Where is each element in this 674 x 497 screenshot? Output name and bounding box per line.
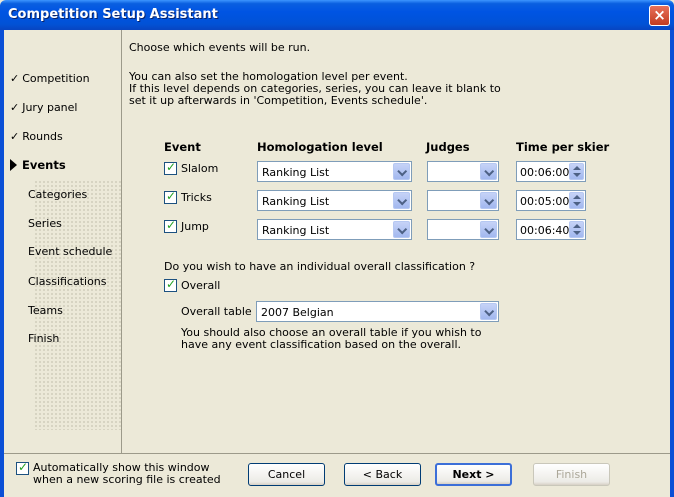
spin-updown-icon[interactable] — [569, 163, 584, 180]
chevron-down-icon[interactable] — [480, 303, 497, 320]
step-classifications[interactable]: Classifications — [28, 275, 107, 288]
event-column-header: Event — [164, 140, 201, 154]
homologation-column-header: Homologation level — [257, 140, 383, 154]
wizard-footer: Automatically show this window when a ne… — [4, 453, 670, 497]
slalom-checkbox[interactable]: Slalom — [164, 160, 218, 175]
overall-checkbox[interactable]: Overall — [164, 277, 220, 292]
events-step-panel: Choose which events will be run. You can… — [123, 30, 670, 453]
info-line-3: set it up afterwards in 'Competition, Ev… — [129, 94, 428, 107]
intro-text: Choose which events will be run. — [129, 41, 311, 54]
checkbox-check-icon — [164, 160, 177, 175]
checkbox-check-icon — [16, 460, 29, 475]
jump-checkbox[interactable]: Jump — [164, 218, 209, 233]
chevron-down-icon[interactable] — [480, 192, 497, 209]
tricks-checkbox[interactable]: Tricks — [164, 189, 212, 204]
chevron-down-icon[interactable] — [480, 221, 497, 238]
title-bar: Competition Setup Assistant × — [0, 0, 674, 30]
chevron-down-icon[interactable] — [393, 221, 410, 238]
wizard-steps-sidebar: Competition Jury panel Rounds Events Cat… — [4, 30, 122, 453]
tricks-time-spinner[interactable]: 00:05:00 — [516, 190, 586, 211]
overall-question: Do you wish to have an individual overal… — [164, 260, 476, 273]
overall-note-line-2: have any event classification based on t… — [181, 338, 462, 351]
window-title: Competition Setup Assistant — [8, 7, 218, 22]
slalom-judges-select[interactable] — [427, 161, 499, 182]
spin-updown-icon[interactable] — [569, 221, 584, 238]
tricks-judges-select[interactable] — [427, 190, 499, 211]
step-series[interactable]: Series — [28, 217, 62, 230]
step-events[interactable]: Events — [10, 158, 66, 172]
jump-homologation-select[interactable]: Ranking List — [257, 219, 412, 240]
slalom-homologation-select[interactable]: Ranking List — [257, 161, 412, 182]
tricks-homologation-select[interactable]: Ranking List — [257, 190, 412, 211]
jump-time-spinner[interactable]: 00:06:40 — [516, 219, 586, 240]
step-categories[interactable]: Categories — [28, 188, 87, 201]
auto-show-checkbox[interactable]: Automatically show this window when a ne… — [16, 460, 221, 486]
auto-show-line-2: when a new scoring file is created — [33, 473, 221, 486]
step-competition[interactable]: Competition — [10, 72, 89, 85]
chevron-down-icon[interactable] — [480, 163, 497, 180]
chevron-down-icon[interactable] — [393, 192, 410, 209]
step-jury-panel[interactable]: Jury panel — [10, 101, 77, 114]
current-step-arrow-icon — [10, 159, 17, 171]
step-finish[interactable]: Finish — [28, 332, 59, 345]
step-event-schedule[interactable]: Event schedule — [28, 245, 112, 258]
checkbox-check-icon — [164, 218, 177, 233]
step-teams[interactable]: Teams — [28, 304, 63, 317]
finish-button[interactable]: Finish — [533, 463, 610, 486]
judges-column-header: Judges — [426, 140, 470, 154]
chevron-down-icon[interactable] — [393, 163, 410, 180]
spin-updown-icon[interactable] — [569, 192, 584, 209]
next-button[interactable]: Next > — [435, 463, 512, 486]
close-button[interactable]: × — [649, 5, 670, 26]
slalom-time-spinner[interactable]: 00:06:00 — [516, 161, 586, 182]
window-border-right — [670, 30, 674, 497]
step-rounds[interactable]: Rounds — [10, 130, 63, 143]
close-icon: × — [653, 6, 666, 24]
overall-table-select[interactable]: 2007 Belgian — [256, 301, 499, 322]
checkbox-check-icon — [164, 189, 177, 204]
back-button[interactable]: < Back — [344, 463, 421, 486]
jump-judges-select[interactable] — [427, 219, 499, 240]
time-column-header: Time per skier — [516, 140, 610, 154]
cancel-button[interactable]: Cancel — [248, 463, 325, 486]
checkbox-check-icon — [164, 277, 177, 292]
overall-table-label: Overall table : — [181, 305, 259, 318]
